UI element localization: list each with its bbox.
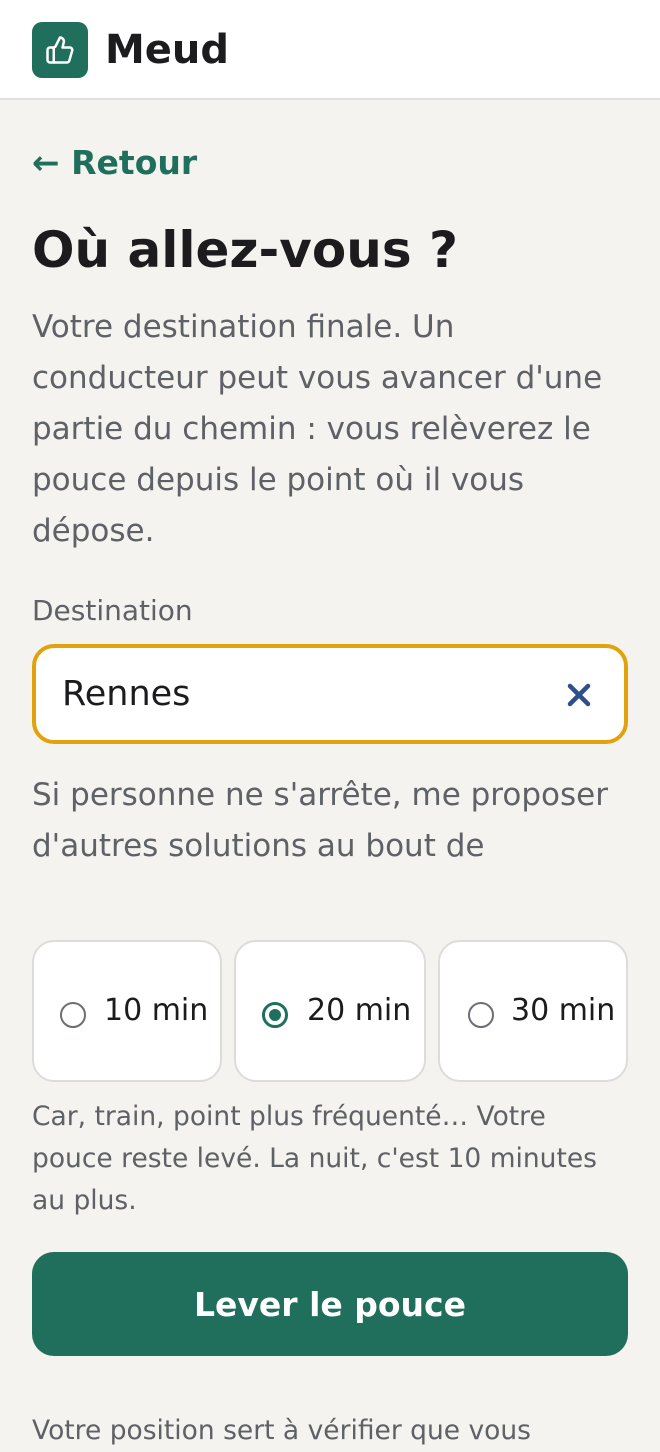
destination-input[interactable] bbox=[62, 668, 542, 720]
option-label: 10 min bbox=[104, 993, 209, 1028]
intro-text: Votre destination finale. Un conducteur … bbox=[32, 309, 603, 549]
clear-destination-button[interactable] bbox=[562, 678, 596, 712]
option-30-min[interactable]: 30 min bbox=[438, 940, 628, 1082]
option-20-min[interactable]: 20 min bbox=[234, 940, 426, 1082]
destination-field[interactable] bbox=[32, 644, 628, 744]
destination-label: Destination bbox=[32, 594, 193, 627]
app-header: Meud bbox=[0, 0, 660, 100]
radio-button[interactable] bbox=[60, 1002, 86, 1028]
option-label: 20 min bbox=[307, 993, 412, 1028]
raise-thumb-button[interactable]: Lever le pouce bbox=[32, 1252, 628, 1356]
fallback-question: Si personne ne s'arrête, me proposer d'a… bbox=[32, 777, 608, 864]
page-title: Où allez-vous ? bbox=[32, 221, 459, 279]
app-name: Meud bbox=[105, 27, 230, 73]
fallback-note: Car, train, point plus fréquenté… Votre … bbox=[32, 1101, 597, 1216]
option-label: 30 min bbox=[511, 993, 616, 1028]
close-icon bbox=[567, 683, 591, 707]
position-note: Votre position sert à vérifier que vous bbox=[32, 1415, 531, 1446]
back-link[interactable]: ← Retour bbox=[32, 142, 197, 184]
radio-button[interactable] bbox=[262, 1002, 288, 1028]
radio-button[interactable] bbox=[468, 1002, 494, 1028]
option-10-min[interactable]: 10 min bbox=[32, 940, 222, 1082]
app-logo bbox=[32, 22, 88, 78]
thumbs-up-icon bbox=[46, 36, 74, 64]
